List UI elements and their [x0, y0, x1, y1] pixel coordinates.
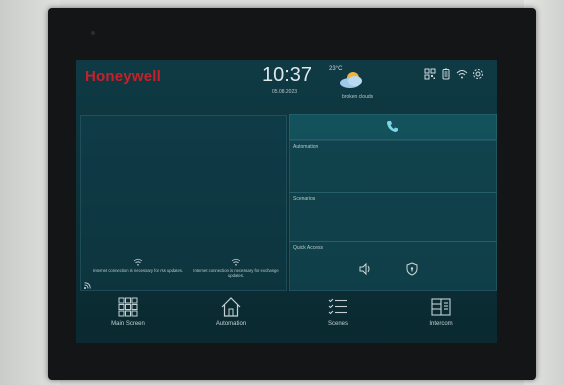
cloud-sun-icon: [340, 72, 362, 88]
wifi-icon[interactable]: [456, 67, 468, 79]
settings-icon[interactable]: [472, 67, 484, 79]
nav-automation[interactable]: Automation: [191, 296, 271, 327]
exchange-notice: Internet connection is necessary for exc…: [189, 258, 283, 278]
rss-notice-text: Internet connection is necessary for rss…: [92, 268, 184, 273]
wifi-off-icon: [133, 258, 143, 266]
quick-access-panel: Quick Access: [289, 241, 497, 291]
wifi-off-icon: [231, 258, 241, 266]
weather-description: broken clouds: [342, 94, 374, 100]
nav-intercom[interactable]: Intercom: [401, 296, 481, 327]
clock-date: 05.08.2023: [272, 89, 298, 95]
bottom-navigation: Main Screen Automation Scenes Intercom: [76, 292, 497, 343]
scenarios-label: Scenarios: [293, 196, 316, 202]
automation-label: Automation: [293, 144, 319, 150]
rss-notice: Internet connection is necessary for rss…: [91, 258, 185, 273]
qr-code-icon[interactable]: [424, 67, 436, 80]
phone-icon: [387, 121, 398, 132]
camera-icon: [91, 31, 95, 35]
grid-icon: [118, 297, 138, 317]
home-icon: [221, 297, 241, 317]
brand-logo: Honeywell: [85, 68, 161, 85]
quick-access-label: Quick Access: [293, 245, 324, 251]
automation-panel[interactable]: Automation: [289, 140, 497, 193]
call-button[interactable]: [289, 114, 497, 140]
intercom-icon: [431, 298, 451, 316]
nav-intercom-label: Intercom: [429, 321, 453, 327]
speaker-icon[interactable]: [358, 262, 372, 276]
battery-icon[interactable]: [440, 67, 452, 80]
exchange-notice-text: Internet connection is necessary for exc…: [193, 268, 279, 278]
touch-screen: Honeywell 10:37 05.08.2023 23°C broken c…: [76, 60, 497, 343]
shield-icon[interactable]: [406, 262, 418, 276]
nav-scenes[interactable]: Scenes: [298, 296, 378, 327]
rss-icon: [84, 282, 91, 289]
scenarios-panel[interactable]: Scenarios: [289, 192, 497, 242]
checklist-icon: [328, 298, 347, 315]
clock-time: 10:37: [262, 64, 313, 86]
nav-main-screen-label: Main Screen: [111, 321, 145, 327]
status-bar: [424, 67, 484, 80]
nav-automation-label: Automation: [215, 321, 247, 327]
nav-main-screen[interactable]: Main Screen: [88, 296, 168, 327]
nav-scenes-label: Scenes: [327, 321, 348, 327]
